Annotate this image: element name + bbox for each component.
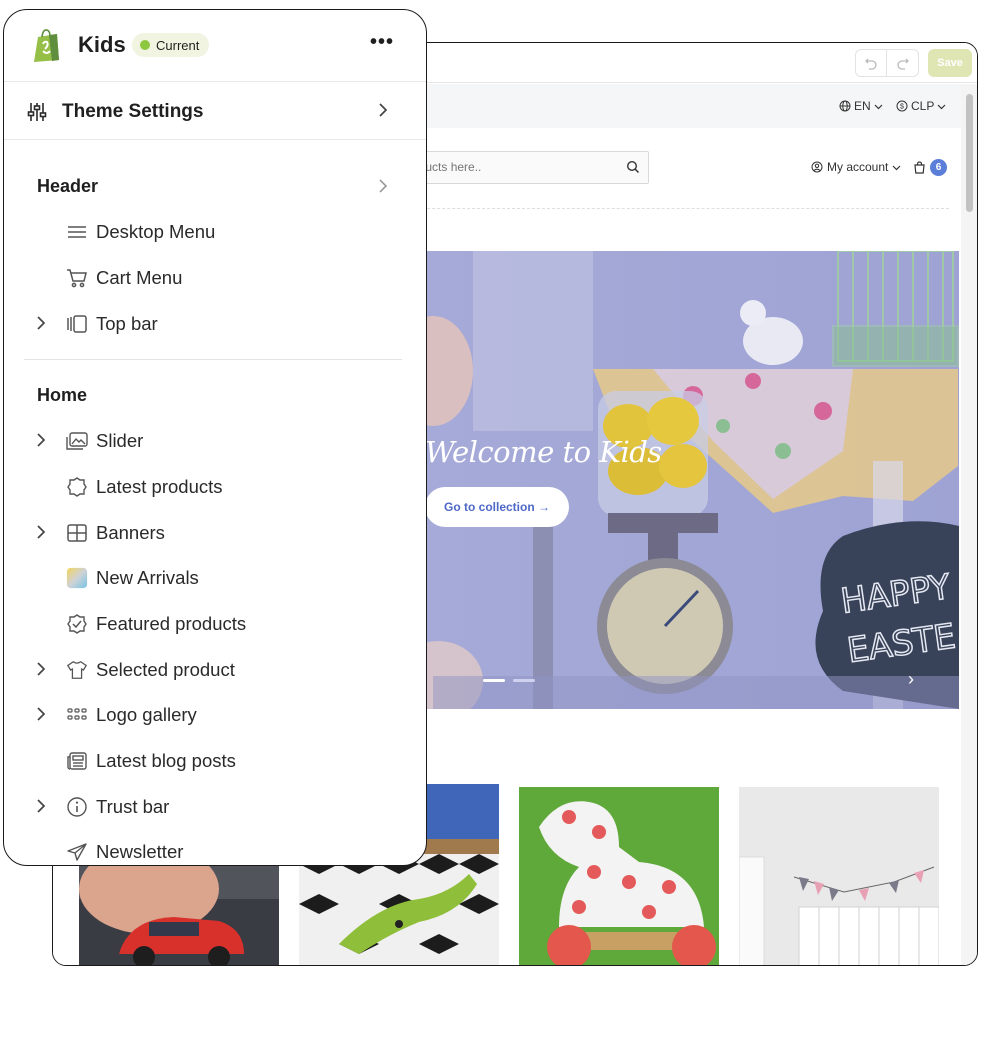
sidebar-item-latest-products[interactable]: Latest products <box>4 467 426 507</box>
sidebar-item-desktop-menu[interactable]: Desktop Menu <box>4 212 426 252</box>
badge-icon <box>66 476 88 498</box>
sidebar-item-label: Banners <box>96 522 165 543</box>
gradient-thumbnail-icon <box>66 567 88 589</box>
sidebar-item-new-arrivals[interactable]: New Arrivals <box>4 558 426 598</box>
chevron-right-icon[interactable] <box>376 177 390 195</box>
theme-sidebar: Kids Current ••• Theme Settings Header D… <box>3 9 427 866</box>
scroll-thumb[interactable] <box>966 94 973 212</box>
currency-selector[interactable]: $ CLP <box>896 99 946 113</box>
search-icon[interactable] <box>626 160 640 174</box>
image-slider-icon <box>66 430 88 452</box>
chevron-down-icon <box>937 104 946 109</box>
sidebar-item-label: New Arrivals <box>96 567 199 588</box>
chevron-right-icon[interactable] <box>34 431 48 449</box>
section-divider <box>24 359 402 360</box>
sidebar-item-newsletter[interactable]: Newsletter <box>4 832 426 865</box>
undo-button[interactable] <box>855 49 887 77</box>
slider-dot[interactable] <box>513 679 535 682</box>
sidebar-item-top-bar[interactable]: Top bar <box>4 304 426 344</box>
sidebar-item-trust-bar[interactable]: Trust bar <box>4 787 426 827</box>
paper-plane-icon <box>66 841 88 863</box>
account-menu[interactable]: My account <box>811 160 901 174</box>
chevron-right-icon[interactable] <box>34 660 48 678</box>
sidebar-item-label: Cart Menu <box>96 267 183 288</box>
go-to-collection-button[interactable]: Go to collection → <box>425 487 569 527</box>
section-title-header: Header <box>37 176 99 196</box>
chevron-right-icon <box>379 103 388 117</box>
sidebar-item-label: Selected product <box>96 659 235 680</box>
cart-icon <box>66 267 88 289</box>
sidebar-item-label: Featured products <box>96 613 247 634</box>
language-value: EN <box>854 99 871 113</box>
section-title-home: Home <box>37 385 88 405</box>
hero-title: Welcome to Kids <box>425 435 662 469</box>
status-dot-icon <box>140 40 150 50</box>
top-bar-icon <box>66 313 88 335</box>
save-button[interactable]: Save <box>928 49 972 77</box>
dots-grid-icon <box>66 704 88 726</box>
sidebar-header: Kids Current ••• <box>4 10 426 82</box>
chevron-right-icon[interactable] <box>34 523 48 541</box>
tshirt-icon <box>66 659 88 681</box>
redo-icon <box>896 58 909 70</box>
sidebar-item-logo-gallery[interactable]: Logo gallery <box>4 695 426 735</box>
shopping-bag-icon <box>914 161 925 174</box>
sidebar-item-latest-blog-posts[interactable]: Latest blog posts <box>4 741 426 781</box>
language-selector[interactable]: EN <box>839 99 883 113</box>
slider-dot-active[interactable] <box>483 679 505 682</box>
account-label: My account <box>827 160 889 174</box>
shopping-bag-logo-icon <box>34 29 59 62</box>
status-badge: Current <box>132 33 210 57</box>
newspaper-icon <box>66 750 88 772</box>
sidebar-item-label: Top bar <box>96 313 158 334</box>
sidebar-item-slider[interactable]: Slider <box>4 421 426 461</box>
user-icon <box>811 161 823 173</box>
sidebar-item-banners[interactable]: Banners <box>4 513 426 553</box>
globe-icon <box>839 100 851 112</box>
sliders-icon <box>27 103 47 121</box>
chevron-right-icon[interactable]: › <box>908 669 914 690</box>
product-image-crib[interactable] <box>739 787 939 965</box>
sidebar-item-label: Latest blog posts <box>96 750 236 771</box>
sidebar-item-label: Latest products <box>96 476 223 497</box>
sidebar-item-label: Trust bar <box>96 796 170 817</box>
theme-settings-row[interactable]: Theme Settings <box>4 83 426 140</box>
check-badge-icon <box>66 613 88 635</box>
theme-name: Kids <box>78 32 126 57</box>
sidebar-item-label: Newsletter <box>96 841 184 862</box>
redo-button[interactable] <box>887 49 919 77</box>
product-image-rocking-horse[interactable] <box>519 787 719 965</box>
info-icon <box>66 796 88 818</box>
sidebar-item-label: Desktop Menu <box>96 221 216 242</box>
grid-icon <box>66 522 88 544</box>
sidebar-item-selected-product[interactable]: Selected product <box>4 650 426 690</box>
status-badge-label: Current <box>156 37 200 53</box>
chevron-right-icon[interactable] <box>34 797 48 815</box>
currency-icon: $ <box>896 100 908 112</box>
more-options-button[interactable]: ••• <box>370 32 394 52</box>
chevron-down-icon <box>874 104 883 109</box>
sidebar-item-cart-menu[interactable]: Cart Menu <box>4 258 426 298</box>
sidebar-item-featured-products[interactable]: Featured products <box>4 604 426 644</box>
svg-text:$: $ <box>900 104 904 111</box>
chevron-right-icon[interactable] <box>34 314 48 332</box>
chevron-right-icon[interactable] <box>34 705 48 723</box>
theme-settings-label: Theme Settings <box>62 101 204 122</box>
sidebar-item-label: Slider <box>96 430 144 451</box>
menu-lines-icon <box>66 221 88 243</box>
cart-button[interactable]: 6 <box>913 159 947 176</box>
sidebar-item-label: Logo gallery <box>96 704 197 725</box>
cart-count-badge: 6 <box>930 159 947 176</box>
preview-scrollbar[interactable] <box>961 84 977 965</box>
currency-value: CLP <box>911 99 935 113</box>
undo-icon <box>865 58 877 70</box>
chevron-down-icon <box>892 165 901 170</box>
